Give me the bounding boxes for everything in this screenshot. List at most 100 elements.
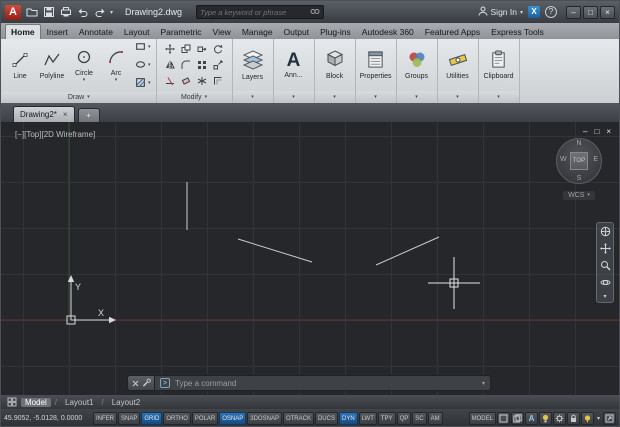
minimize-button[interactable]: – xyxy=(566,6,581,19)
clipboard-panel-expander[interactable]: ▾ xyxy=(479,91,519,103)
viewport-minimize-icon[interactable]: – xyxy=(583,127,587,136)
properties-panel-expander[interactable]: ▾ xyxy=(356,91,396,103)
file-tab-drawing2[interactable]: Drawing2* × xyxy=(13,106,75,122)
annotation-scale-button[interactable]: A xyxy=(525,412,538,425)
viewport-minimize-control[interactable]: [−] xyxy=(15,130,24,139)
rectangle-button[interactable] xyxy=(135,40,146,55)
circle-dropdown-icon[interactable]: ▾ xyxy=(83,78,86,83)
ribbon-tab-parametric[interactable]: Parametric xyxy=(155,25,206,39)
command-customize-icon[interactable] xyxy=(142,374,151,392)
annotation-panel-expander[interactable]: ▾ xyxy=(274,91,314,103)
toggle-3dosnap[interactable]: 3DOSNAP xyxy=(247,412,282,425)
undo-button[interactable] xyxy=(76,5,90,19)
toggle-qp[interactable]: QP xyxy=(397,412,412,425)
command-recent-icon[interactable]: ▾ xyxy=(482,380,485,387)
toggle-grid[interactable]: GRID xyxy=(141,412,162,425)
move-button[interactable] xyxy=(163,42,178,57)
mirror-button[interactable] xyxy=(163,58,178,73)
workspace-switching-button[interactable] xyxy=(553,412,566,425)
block-button[interactable]: Block xyxy=(320,41,350,89)
toggle-polar[interactable]: POLAR xyxy=(192,412,218,425)
navbar-more-icon[interactable]: ▾ xyxy=(603,293,606,300)
layout-tab-model[interactable]: Model xyxy=(21,398,51,407)
toggle-lwt[interactable]: LWT xyxy=(359,412,377,425)
groups-button[interactable]: Groups xyxy=(402,41,432,89)
utilities-panel-expander[interactable]: ▾ xyxy=(438,91,478,103)
layers-panel-expander[interactable]: ▾ xyxy=(233,91,273,103)
command-line-grip[interactable] xyxy=(127,375,155,391)
viewport-style-control[interactable]: [2D Wireframe] xyxy=(41,130,95,139)
viewcube-north-label[interactable]: N xyxy=(557,140,601,147)
coordinates-readout[interactable]: 45.9052, -5.0128, 0.0000 xyxy=(4,415,92,422)
drawing-canvas[interactable]: YX [−] [Top] [2D Wireframe] – □ × N W E … xyxy=(1,122,619,395)
toggle-tpy[interactable]: TPY xyxy=(378,412,396,425)
close-button[interactable]: × xyxy=(600,6,615,19)
viewcube-west-label[interactable]: W xyxy=(560,156,567,163)
rectangle-dropdown-icon[interactable]: ▾ xyxy=(148,45,151,50)
copy-button[interactable] xyxy=(179,42,194,57)
file-tab-close-icon[interactable]: × xyxy=(63,110,68,119)
annotation-visibility-button[interactable] xyxy=(539,412,552,425)
quick-view-layouts-button[interactable] xyxy=(497,412,510,425)
ribbon-tab-featured-apps[interactable]: Featured Apps xyxy=(420,25,485,39)
hatch-button[interactable] xyxy=(135,76,146,91)
polyline-button[interactable]: Polyline xyxy=(37,42,67,90)
toggle-ortho[interactable]: ORTHO xyxy=(163,412,191,425)
stretch-button[interactable] xyxy=(195,42,210,57)
pan-icon[interactable] xyxy=(598,242,612,255)
signin-button[interactable]: Sign In ▾ xyxy=(478,6,523,18)
arc-button[interactable]: Arc ▾ xyxy=(101,42,131,90)
command-input[interactable]: > Type a command ▾ xyxy=(155,375,491,391)
viewcube-south-label[interactable]: S xyxy=(557,175,601,182)
viewport-restore-icon[interactable]: □ xyxy=(594,127,599,136)
ribbon-tab-layout[interactable]: Layout xyxy=(119,25,155,39)
ribbon-tab-home[interactable]: Home xyxy=(5,24,41,39)
modify-panel-expander[interactable]: Modify▾ xyxy=(157,91,232,103)
ribbon-tab-plugins[interactable]: Plug-ins xyxy=(315,25,356,39)
ribbon-tab-output[interactable]: Output xyxy=(279,25,315,39)
rotate-button[interactable] xyxy=(211,42,226,57)
layers-button[interactable]: Layers xyxy=(238,41,268,89)
annotation-button[interactable]: A Ann... xyxy=(279,41,309,89)
clean-screen-button[interactable] xyxy=(603,412,616,425)
toggle-otrack[interactable]: OTRACK xyxy=(283,412,314,425)
exchange-apps-icon[interactable]: X xyxy=(528,6,540,18)
ellipse-button[interactable] xyxy=(135,58,146,73)
qat-dropdown-icon[interactable]: ▾ xyxy=(110,9,113,16)
fillet-button[interactable] xyxy=(179,58,194,73)
ribbon-tab-insert[interactable]: Insert xyxy=(42,25,73,39)
toggle-dyn[interactable]: DYN xyxy=(339,412,358,425)
ribbon-tab-autodesk360[interactable]: Autodesk 360 xyxy=(357,25,419,39)
toolbar-lock-button[interactable] xyxy=(567,412,580,425)
orbit-icon[interactable] xyxy=(598,276,612,289)
help-icon[interactable]: ? xyxy=(545,6,557,18)
viewport-close-icon[interactable]: × xyxy=(606,127,611,136)
trim-button[interactable] xyxy=(163,74,178,89)
groups-panel-expander[interactable]: ▾ xyxy=(397,91,437,103)
new-drawing-tab[interactable]: + xyxy=(78,108,100,122)
toggle-osnap[interactable]: OSNAP xyxy=(219,412,246,425)
ellipse-dropdown-icon[interactable]: ▾ xyxy=(148,63,151,68)
erase-button[interactable] xyxy=(179,74,194,89)
model-space-button[interactable]: MODEL xyxy=(469,412,496,425)
toggle-am[interactable]: AM xyxy=(428,412,443,425)
layout-quickview-icon[interactable] xyxy=(7,397,17,407)
array-button[interactable] xyxy=(195,58,210,73)
layout-tab-layout1[interactable]: Layout1 xyxy=(61,398,97,407)
explode-button[interactable] xyxy=(195,74,210,89)
circle-button[interactable]: Circle ▾ xyxy=(69,42,99,90)
toggle-snap[interactable]: SNAP xyxy=(118,412,140,425)
viewcube-east-label[interactable]: E xyxy=(593,156,598,163)
drawing-viewport[interactable]: YX xyxy=(1,122,619,395)
viewcube[interactable]: N W E S TOP xyxy=(556,138,602,184)
isolate-objects-button[interactable] xyxy=(581,412,594,425)
draw-panel-expander[interactable]: Draw▾ xyxy=(2,92,156,103)
utilities-button[interactable]: Utilities xyxy=(443,41,473,89)
quick-view-drawings-button[interactable] xyxy=(511,412,524,425)
toggle-sc[interactable]: SC xyxy=(412,412,426,425)
line-button[interactable]: Line xyxy=(5,42,35,90)
ribbon-tab-annotate[interactable]: Annotate xyxy=(74,25,118,39)
wcs-menu-button[interactable]: WCS ▾ xyxy=(563,191,595,200)
steering-wheel-icon[interactable] xyxy=(598,225,612,238)
ribbon-tab-express-tools[interactable]: Express Tools xyxy=(486,25,549,39)
